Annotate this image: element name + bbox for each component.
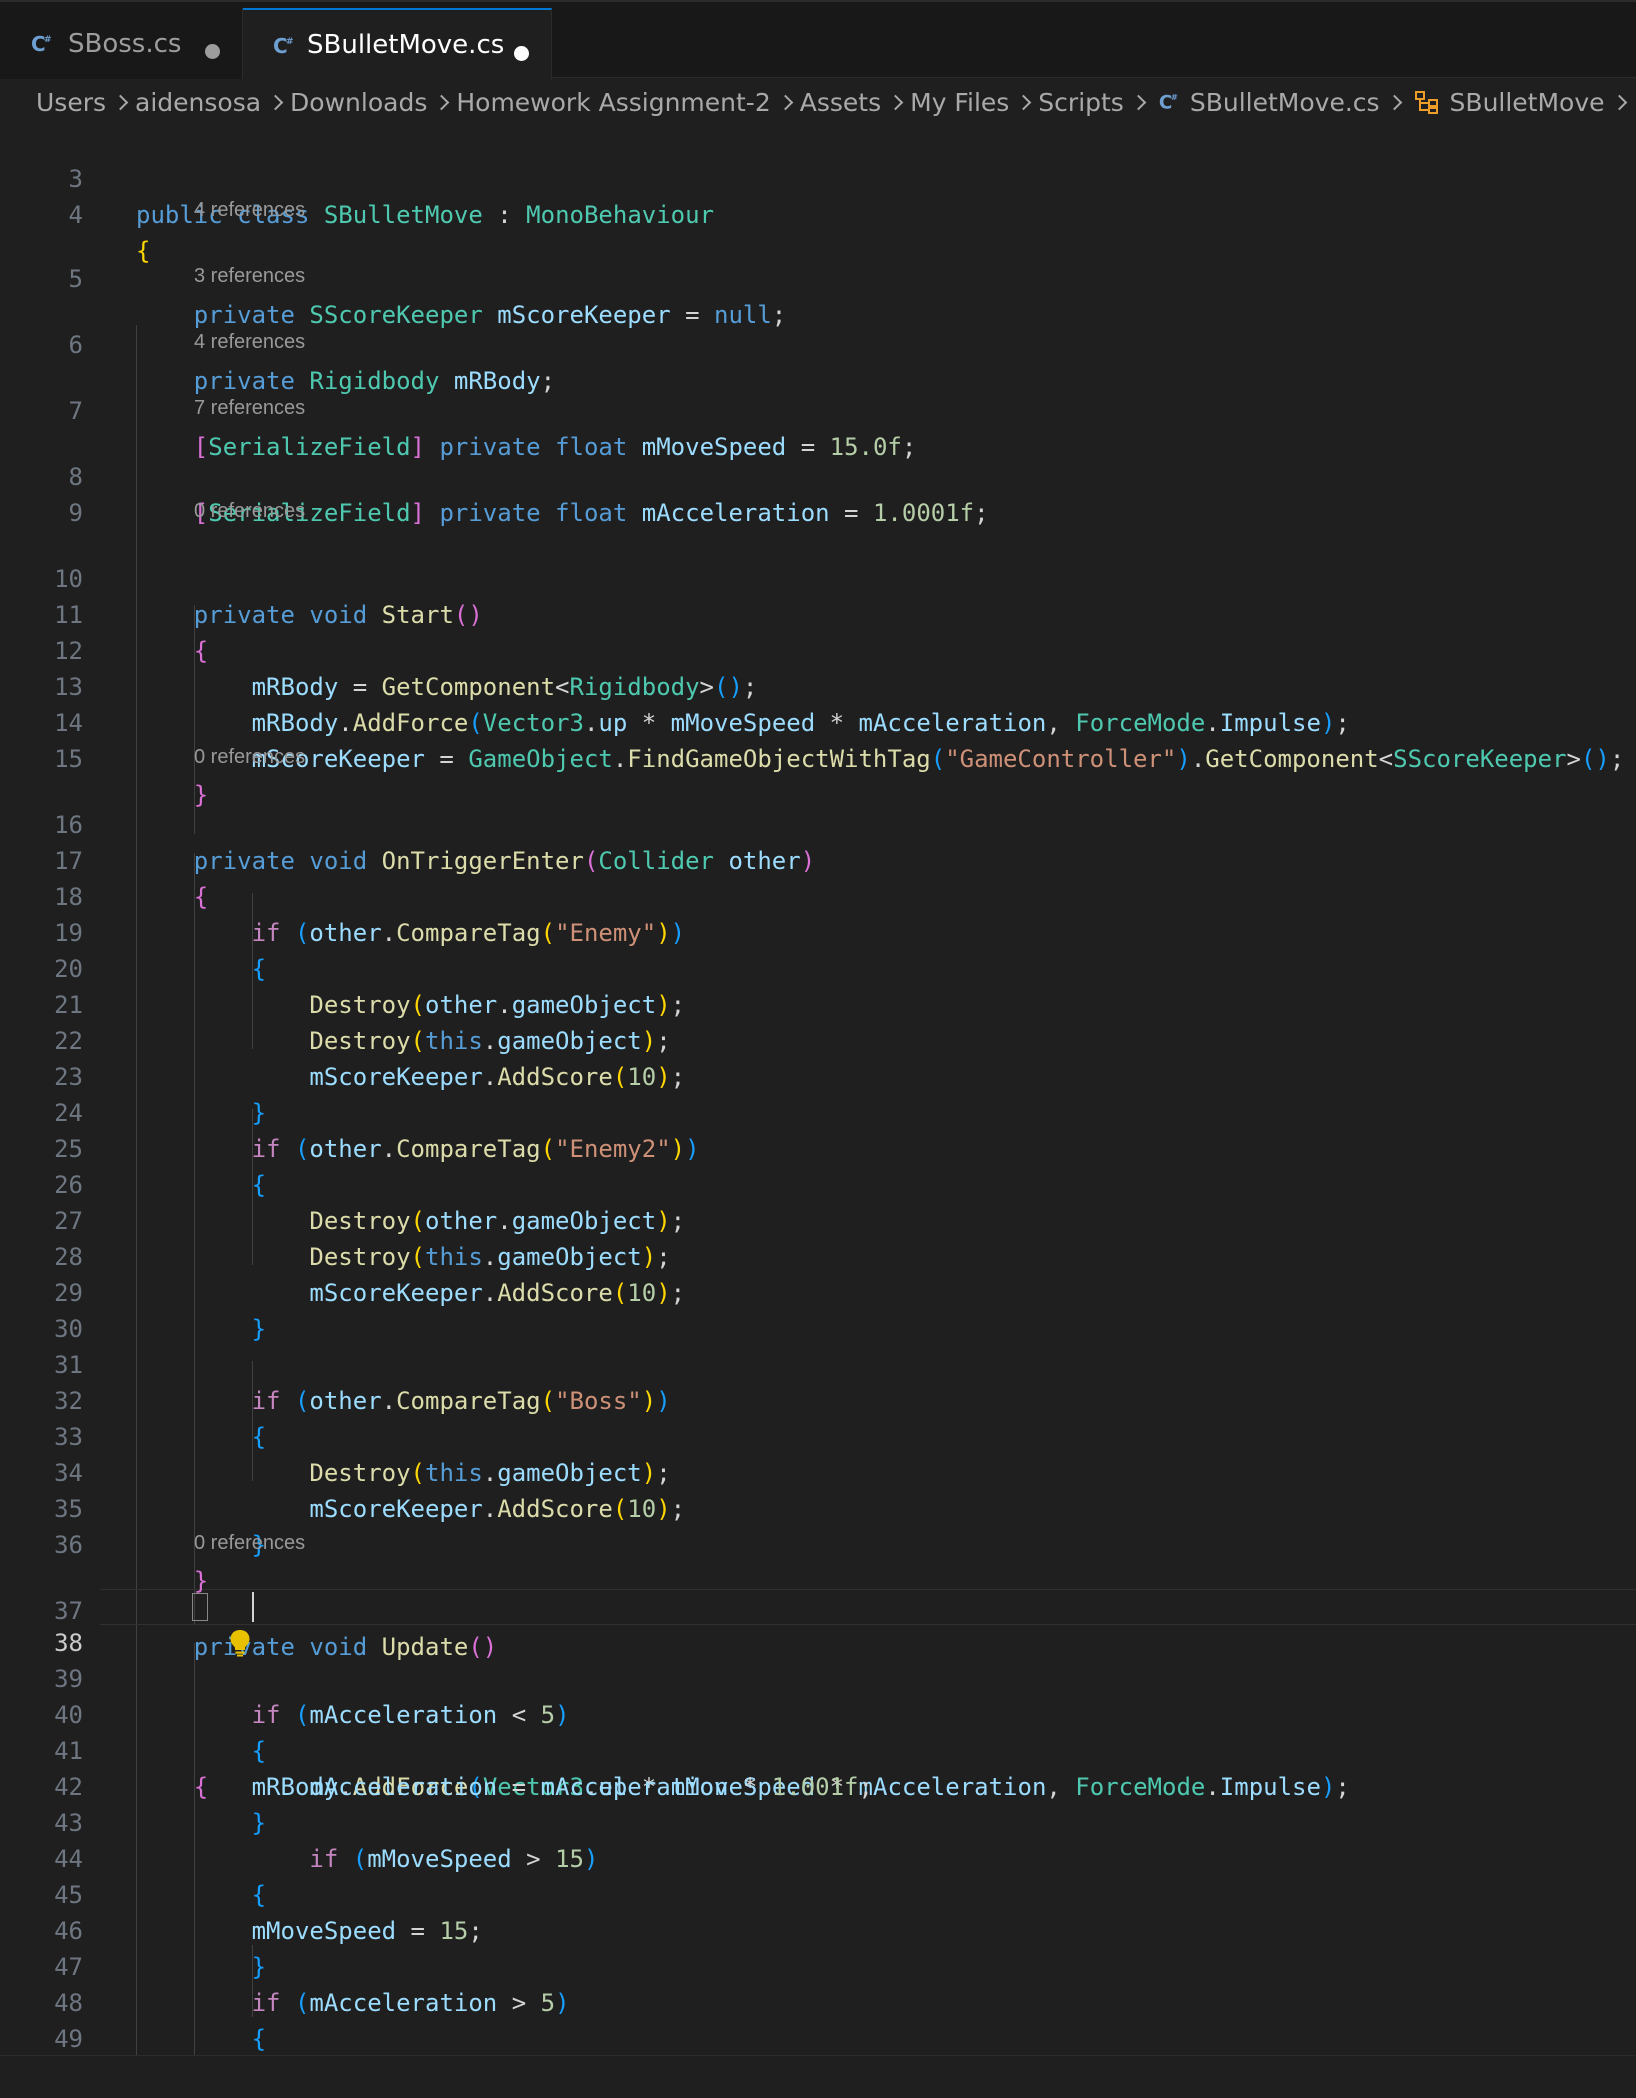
breadcrumb-item-homework[interactable]: Homework Assignment-2	[456, 88, 770, 117]
class-symbol-icon	[1414, 91, 1438, 114]
code-line[interactable]: 37 private void Update()	[0, 1557, 1636, 1661]
code-line[interactable]: 14 mScoreKeeper = GameObject.FindGameObj…	[0, 669, 1636, 773]
code-line[interactable]: 4 {	[0, 161, 1636, 265]
chevron-right-icon	[267, 94, 284, 110]
chevron-right-icon	[1016, 94, 1032, 110]
code-line[interactable]: 24 if (other.CompareTag("Enemy2"))	[0, 1059, 1636, 1163]
code-line[interactable]: 41 mAcceleration = mAcceleration * 1.001…	[0, 1697, 1636, 1801]
code-line[interactable]: 3 public class SBulletMove : MonoBehavio…	[0, 125, 1636, 229]
code-line[interactable]: 15 }	[0, 705, 1636, 809]
code-line[interactable]: 7 [SerializeField] private float mMoveSp…	[0, 357, 1636, 461]
code-line[interactable]: 45 mMoveSpeed = 15;	[0, 1841, 1636, 1945]
code-line[interactable]: 35 }	[0, 1455, 1636, 1559]
breadcrumb-item-users[interactable]: Users	[36, 88, 106, 117]
breadcrumb-item-scripts[interactable]: Scripts	[1038, 88, 1124, 117]
csharp-file-icon: C#	[272, 34, 296, 65]
breadcrumb-item-aidensosa[interactable]: aidensosa	[135, 88, 261, 117]
csharp-file-icon: C#	[1159, 92, 1178, 113]
code-line-active[interactable]: 38 { mRBody.AddForce(Vector3.up * mMoveS…	[0, 1589, 1636, 1801]
code-line[interactable]: 9	[0, 459, 1636, 527]
code-line[interactable]: 50 }	[0, 2021, 1636, 2055]
code-line[interactable]: 31 if (other.CompareTag("Boss"))	[0, 1311, 1636, 1415]
tab-sbulletmove[interactable]: C # SBulletMove.cs	[243, 8, 552, 80]
code-line[interactable]: 5 private SScoreKeeper mScoreKeeper = nu…	[0, 225, 1636, 329]
svg-text:#: #	[286, 37, 294, 47]
chevron-right-icon	[112, 94, 129, 110]
code-line[interactable]: 44 {	[0, 1805, 1636, 1909]
unsaved-dot-icon[interactable]	[514, 46, 529, 61]
code-line[interactable]: 42 }	[0, 1733, 1636, 1837]
code-lens-references[interactable]: 0 references	[194, 1528, 305, 1558]
tab-label: SBulletMove.cs	[307, 30, 505, 60]
code-line[interactable]: 46 }	[0, 1877, 1636, 1981]
code-line[interactable]: 19 {	[0, 879, 1636, 983]
code-line[interactable]: 10 private void Start()	[0, 525, 1636, 629]
code-lens-references[interactable]: 0 references	[194, 742, 305, 772]
chevron-right-icon	[1130, 94, 1147, 110]
code-line[interactable]: 20 Destroy(other.gameObject);	[0, 915, 1636, 1019]
code-line[interactable]: 16 private void OnTriggerEnter(Collider …	[0, 771, 1636, 875]
breadcrumb-item-assets[interactable]: Assets	[800, 88, 881, 117]
code-line[interactable]: 48 {	[0, 1949, 1636, 2053]
breadcrumb-item-myfiles[interactable]: My Files	[910, 88, 1009, 117]
code-line[interactable]: 12 mRBody = GetComponent<Rigidbody>();	[0, 597, 1636, 701]
code-lens-references[interactable]: 0 references	[194, 496, 305, 526]
code-line[interactable]: 36 }	[0, 1491, 1636, 1595]
chevron-right-icon	[1386, 94, 1402, 110]
code-line[interactable]: 34 mScoreKeeper.AddScore(10);	[0, 1419, 1636, 1523]
code-line[interactable]: 47 if (mAcceleration > 5)	[0, 1913, 1636, 2017]
chevron-right-icon	[777, 94, 794, 110]
code-line[interactable]: 18 if (other.CompareTag("Enemy"))	[0, 843, 1636, 947]
code-line[interactable]: 25 {	[0, 1095, 1636, 1199]
svg-text:#: #	[1171, 92, 1178, 102]
code-line[interactable]: 22 mScoreKeeper.AddScore(10);	[0, 987, 1636, 1091]
code-line[interactable]: 6 private Rigidbody mRBody;	[0, 291, 1636, 395]
code-lens-references[interactable]: 4 references	[194, 327, 305, 357]
code-editor[interactable]: 3 public class SBulletMove : MonoBehavio…	[0, 125, 1636, 2055]
code-lens-references[interactable]: 3 references	[194, 261, 305, 291]
code-line[interactable]: 11 {	[0, 561, 1636, 665]
breadcrumb-item-file[interactable]: C # SBulletMove.cs	[1158, 88, 1380, 117]
text-cursor	[252, 1592, 254, 1622]
chevron-right-icon	[434, 94, 450, 110]
svg-text:#: #	[44, 35, 52, 45]
breadcrumb-item-downloads[interactable]: Downloads	[290, 88, 427, 117]
code-line[interactable]: 21 Destroy(this.gameObject);	[0, 951, 1636, 1055]
code-line[interactable]: 28 mScoreKeeper.AddScore(10);	[0, 1203, 1636, 1307]
breadcrumb-label: SBulletMove.cs	[1189, 87, 1380, 117]
tab-bar: C # SBoss.cs C # SBulletMove.cs	[0, 0, 1636, 80]
code-line[interactable]: 27 Destroy(this.gameObject);	[0, 1167, 1636, 1271]
code-line[interactable]: 13 mRBody.AddForce(Vector3.up * mMoveSpe…	[0, 633, 1636, 737]
code-line[interactable]: 26 Destroy(other.gameObject);	[0, 1131, 1636, 1235]
csharp-file-icon: C#	[30, 32, 54, 63]
chevron-right-icon	[887, 94, 904, 110]
code-line[interactable]: 49 mAcceleration = 5;	[0, 1985, 1636, 2053]
code-lens-references[interactable]: 7 references	[194, 393, 305, 423]
code-line[interactable]: 17 {	[0, 807, 1636, 911]
breadcrumb: Users aidensosa Downloads Homework Assig…	[0, 79, 1636, 125]
tab-sboss[interactable]: C # SBoss.cs	[0, 8, 243, 80]
code-line[interactable]: 33 Destroy(this.gameObject);	[0, 1383, 1636, 1487]
code-line[interactable]: 8 [SerializeField] private float mAccele…	[0, 423, 1636, 527]
code-line[interactable]: 30	[0, 1275, 1636, 1343]
code-line[interactable]: 40 {	[0, 1661, 1636, 1765]
horizontal-scrollbar[interactable]	[0, 2055, 1636, 2098]
code-line[interactable]: 32 {	[0, 1347, 1636, 1451]
breadcrumb-item-class[interactable]: SBulletMove	[1414, 88, 1605, 117]
code-line[interactable]: 29 }	[0, 1239, 1636, 1343]
code-line[interactable]: 39 if (mAcceleration < 5)	[0, 1625, 1636, 1729]
unsaved-dot-icon[interactable]	[205, 44, 220, 59]
chevron-right-icon	[1611, 94, 1627, 110]
breadcrumb-label: SBulletMove	[1449, 87, 1605, 117]
code-line[interactable]: 43 if (mMoveSpeed > 15)	[0, 1769, 1636, 1873]
tab-label: SBoss.cs	[68, 29, 182, 59]
bracket-match-highlight	[192, 1593, 208, 1621]
code-line[interactable]: 23 }	[0, 1023, 1636, 1127]
code-lens-references[interactable]: 4 references	[194, 195, 305, 225]
